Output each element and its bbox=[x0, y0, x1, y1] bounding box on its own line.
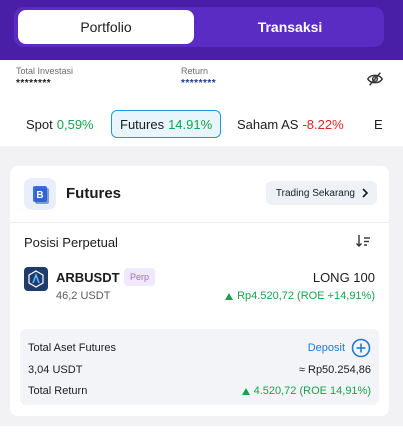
chip-spot-change: 0,59% bbox=[56, 116, 94, 132]
card-divider bbox=[10, 222, 389, 223]
chevron-right-icon bbox=[362, 188, 369, 198]
futures-logo-icon: B bbox=[24, 178, 56, 210]
sort-icon[interactable] bbox=[355, 233, 371, 249]
total-investasi-value: ******** bbox=[16, 78, 52, 89]
deposit-label: Deposit bbox=[307, 342, 345, 354]
triangle-up-icon bbox=[225, 292, 234, 300]
tab-transaksi[interactable]: Transaksi bbox=[202, 10, 378, 44]
chip-spot-name: Spot bbox=[26, 116, 53, 132]
total-aset-value: 3,04 USDT bbox=[28, 364, 83, 376]
position-pnl: Rp4.520,72 (ROE +14,91%) bbox=[225, 290, 375, 302]
total-return-text: 4.520,72 (ROE 14,91%) bbox=[253, 385, 371, 397]
top-bar: Portfolio Transaksi bbox=[0, 0, 403, 60]
position-qty: 46,2 USDT bbox=[56, 290, 111, 302]
total-aset-futures-label: Total Aset Futures bbox=[28, 342, 117, 354]
futures-card: B Futures Trading Sekarang Posisi Perpet… bbox=[10, 166, 389, 416]
position-symbol[interactable]: ARBUSDT bbox=[56, 270, 120, 285]
total-investasi-label: Total Investasi bbox=[16, 66, 74, 76]
arb-coin-icon bbox=[24, 267, 48, 291]
trading-sekarang-button[interactable]: Trading Sekarang bbox=[265, 181, 377, 205]
section-divider bbox=[0, 146, 403, 166]
return-value: ******** bbox=[181, 78, 217, 89]
deposit-button[interactable]: Deposit bbox=[308, 338, 371, 358]
posisi-perpetual-title: Posisi Perpetual bbox=[24, 235, 118, 250]
futures-summary-box: Total Aset Futures Deposit 3,04 USDT ≈ R… bbox=[20, 329, 379, 405]
bottom-band bbox=[0, 426, 403, 436]
chip-saham-as[interactable]: Saham AS -8.22% bbox=[237, 110, 344, 138]
tab-portfolio[interactable]: Portfolio bbox=[18, 10, 194, 44]
chip-saham-change: -8.22% bbox=[302, 116, 344, 132]
chip-e-name: E bbox=[374, 116, 383, 132]
asset-chips: Spot 0,59% Futures 14.91% Saham AS -8.22… bbox=[0, 102, 403, 146]
perp-badge: Perp bbox=[124, 268, 156, 286]
chip-futures[interactable]: Futures 14.91% bbox=[111, 110, 222, 138]
return-label: Return bbox=[181, 66, 209, 76]
chip-e[interactable]: E bbox=[374, 110, 387, 138]
chip-spot[interactable]: Spot 0,59% bbox=[26, 110, 94, 138]
position-side: LONG 100 bbox=[312, 270, 375, 285]
futures-title: Futures bbox=[66, 185, 122, 202]
chip-futures-change: 14.91% bbox=[168, 116, 213, 132]
triangle-up-icon bbox=[241, 387, 250, 395]
position-pnl-value: Rp4.520,72 (ROE +14,91%) bbox=[237, 290, 375, 302]
eye-off-icon[interactable] bbox=[366, 70, 384, 88]
total-return-value: 4.520,72 (ROE 14,91%) bbox=[241, 385, 371, 397]
trading-sekarang-label: Trading Sekarang bbox=[275, 187, 355, 199]
segmented-control: Portfolio Transaksi bbox=[14, 7, 384, 47]
chip-saham-name: Saham AS bbox=[237, 116, 299, 132]
stats-row: Total Investasi ******** Return ******** bbox=[0, 60, 403, 102]
total-aset-approx: ≈ Rp50.254,86 bbox=[298, 364, 371, 376]
total-return-label: Total Return bbox=[28, 385, 88, 397]
svg-text:B: B bbox=[36, 190, 43, 201]
chip-futures-name: Futures bbox=[120, 116, 165, 132]
plus-circle-icon bbox=[351, 338, 371, 358]
